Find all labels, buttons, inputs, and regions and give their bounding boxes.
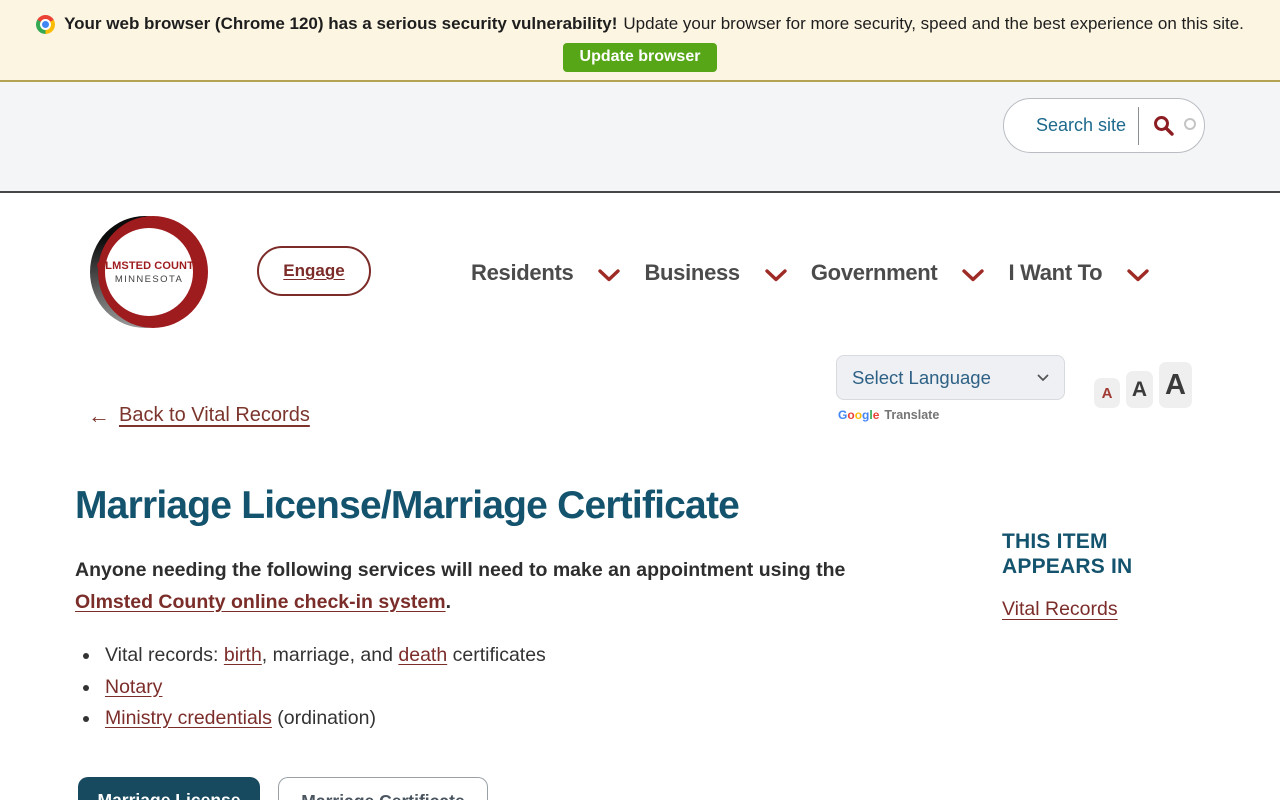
nav-item-residents[interactable]: Residents — [471, 260, 621, 286]
appears-in-heading: THIS ITEM APPEARS IN — [1002, 530, 1133, 578]
death-link[interactable]: death — [398, 644, 447, 666]
back-arrow-icon: ← — [88, 402, 110, 428]
font-size-small-button[interactable]: A — [1094, 378, 1120, 408]
nav-item-government[interactable]: Government — [811, 260, 985, 286]
check-in-system-link[interactable]: Olmsted County online check-in system — [75, 591, 446, 613]
chevron-down-icon — [598, 268, 621, 282]
language-select-value: Select Language — [852, 366, 991, 388]
alert-bold-text: Your web browser (Chrome 120) has a seri… — [64, 14, 618, 33]
tab-marriage-certificate[interactable]: Marriage Certificate — [278, 777, 488, 800]
birth-link[interactable]: birth — [224, 644, 262, 666]
chevron-down-icon — [1127, 268, 1150, 282]
nav-item-i-want-to[interactable]: I Want To — [1008, 260, 1150, 286]
vital-records-link[interactable]: Vital Records — [1002, 598, 1118, 621]
chrome-icon — [36, 14, 56, 34]
utility-bar: Accessibility Contact Us Maps & Directio… — [0, 82, 1280, 218]
update-browser-button[interactable]: Update browser — [562, 43, 718, 72]
google-logo: Google — [838, 408, 880, 422]
list-item-notary: Notary — [101, 672, 875, 704]
notary-link[interactable]: Notary — [105, 676, 162, 698]
main-navigation: Residents Business Government I Want To — [471, 195, 1150, 351]
search-input[interactable] — [1034, 114, 1134, 137]
olmsted-county-logo[interactable]: OLMSTED COUNTY MINNESOTA — [90, 213, 208, 331]
appears-in-sidebar: THIS ITEM APPEARS IN Vital Records — [1002, 529, 1192, 621]
translate-label: Translate — [884, 408, 940, 422]
back-to-vital-records-link[interactable]: ← Back to Vital Records — [88, 404, 310, 427]
logo-state-name: MINNESOTA — [114, 273, 184, 285]
font-size-controls: A A A — [1094, 362, 1192, 408]
site-search — [1003, 98, 1205, 153]
main-column: Marriage License/Marriage Certificate An… — [75, 483, 875, 735]
alert-normal-text: Update your browser for more security, s… — [623, 14, 1244, 33]
font-size-medium-button[interactable]: A — [1126, 371, 1153, 408]
list-item-vital-records: Vital records: birth, marriage, and deat… — [101, 640, 875, 672]
alert-message-row: Your web browser (Chrome 120) has a seri… — [0, 0, 1280, 34]
ring-decoration-icon — [1184, 118, 1196, 130]
tab-marriage-license[interactable]: Marriage License — [78, 777, 260, 800]
logo-text: OLMSTED COUNTY MINNESOTA — [90, 213, 208, 331]
browser-alert-banner: Your web browser (Chrome 120) has a seri… — [0, 0, 1280, 82]
font-size-large-button[interactable]: A — [1159, 362, 1192, 408]
google-translate-attribution[interactable]: Google Translate — [838, 408, 939, 422]
logo-county-name: OLMSTED COUNTY — [96, 259, 202, 272]
engage-label: Engage — [283, 261, 345, 280]
nav-item-business[interactable]: Business — [644, 260, 787, 286]
intro-paragraph: Anyone needing the following services wi… — [75, 559, 846, 613]
services-list: Vital records: birth, marriage, and deat… — [75, 640, 875, 735]
search-icon — [1154, 115, 1174, 136]
content-tabs: Marriage License Marriage Certificate — [78, 777, 488, 800]
alert-button-row: Update browser — [0, 43, 1280, 72]
engage-button[interactable]: Engage — [257, 246, 371, 296]
list-item-ministry: Ministry credentials (ordination) — [101, 703, 875, 735]
select-chevron-icon — [1037, 374, 1049, 381]
chevron-down-icon — [962, 268, 985, 282]
search-button[interactable] — [1139, 114, 1176, 138]
language-select[interactable]: Select Language — [836, 355, 1065, 400]
chevron-down-icon — [765, 268, 787, 282]
page: Your web browser (Chrome 120) has a seri… — [0, 0, 1280, 800]
site-header: OLMSTED COUNTY MINNESOTA Engage Resident… — [0, 195, 1280, 351]
ministry-credentials-link[interactable]: Ministry credentials — [105, 707, 272, 729]
page-title: Marriage License/Marriage Certificate — [75, 484, 740, 527]
page-content: Select Language Google Translate A A A ←… — [0, 351, 1280, 800]
